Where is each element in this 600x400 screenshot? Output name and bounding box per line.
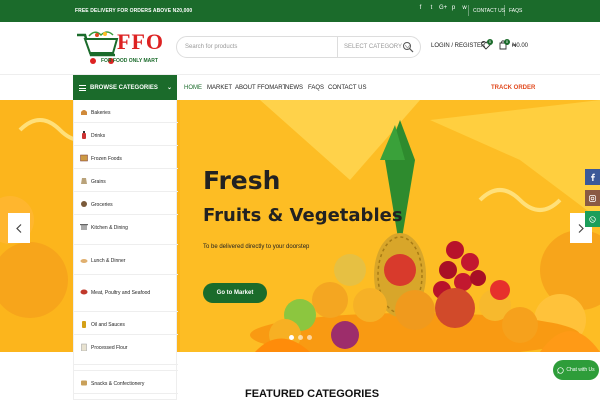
facebook-icon[interactable]: f [417,5,424,11]
category-label: Groceries [91,202,113,208]
contact-us-link[interactable]: CONTACT US [473,8,505,14]
meat-icon [80,289,88,295]
hero-title-line-2: Fruits & Vegetables [203,205,403,226]
chevron-down-icon: ⌄ [167,85,173,91]
go-to-market-button[interactable]: Go to Market [203,283,267,303]
browse-categories-button[interactable]: BROWSE CATEGORIES ⌄ [73,75,177,101]
meal-icon [80,259,88,263]
cart-total[interactable]: ₦0.00 [512,43,528,49]
category-item-bakeries[interactable]: Bakeries [74,100,178,123]
instagram-share-icon[interactable] [585,190,600,206]
chevron-left-icon [16,223,22,233]
category-item-drinks[interactable]: Drinks [74,123,178,146]
cart-count-badge: 0 [504,39,510,45]
divider [504,5,505,16]
category-item-oil-sauces[interactable]: Oil and Sauces [74,312,178,335]
logo-tagline: FOR FOOD ONLY MART [101,58,158,64]
hamburger-icon [79,85,86,91]
chat-label: Chat with Us [566,367,595,373]
grain-sack-icon [81,178,87,184]
category-item-kitchen-dining[interactable]: Kitchen & Dining [74,215,178,245]
slider-dot[interactable] [307,335,312,340]
category-item-snacks-confectionery[interactable]: Snacks & Confectionery [74,370,178,394]
browse-categories-label: BROWSE CATEGORIES [90,85,158,91]
bottle-icon [82,131,86,139]
nav-contact-us[interactable]: CONTACT US [328,85,366,91]
slider-prev-button[interactable] [8,213,30,243]
category-label: Drinks [91,133,106,139]
category-label: Grains [91,179,106,185]
category-select[interactable]: SELECT CATEGORY [337,37,411,57]
nav-faqs[interactable]: FAQS [308,85,324,91]
logo-wordmark: FFO [117,29,164,54]
divider [468,5,469,16]
login-register-link[interactable]: LOGIN / REGISTER [431,43,485,49]
flour-bag-icon [81,343,87,351]
category-label: Frozen Foods [91,156,122,162]
top-bar: FREE DELIVERY FOR ORDERS ABOVE N20,000 f… [0,0,600,22]
category-label: Kitchen & Dining [91,225,128,231]
google-plus-icon[interactable]: G+ [439,5,447,11]
category-select-label: SELECT CATEGORY [344,44,403,50]
chevron-right-icon [578,223,584,233]
nav-news[interactable]: NEWS [285,85,303,91]
kitchen-icon [80,224,88,230]
frozen-food-icon [80,154,88,162]
chat-with-us-button[interactable]: Chat with Us [553,360,599,380]
slider-dot[interactable] [289,335,294,340]
category-label: Snacks & Confectionery [91,381,145,387]
search-input[interactable]: Search for products [185,44,237,50]
category-label: Lunch & Dinner [91,258,126,264]
category-item-processed-flour[interactable]: Processed Flour [74,335,178,365]
oil-bottle-icon [82,321,86,328]
category-item-meat-poultry-seafood[interactable]: Meat, Poultry and Seafood [74,275,178,312]
social-links: f t G+ p w [417,5,468,11]
slider-dots [289,335,312,340]
facebook-share-icon[interactable] [585,169,600,185]
category-label: Processed Flour [91,345,128,351]
featured-categories-heading: FEATURED CATEGORIES [245,388,380,400]
track-order-link[interactable]: TRACK ORDER [491,85,535,91]
hero-title-line-1: Fresh [203,166,281,195]
category-label: Meat, Poultry and Seafood [91,290,151,296]
groceries-icon [81,201,87,207]
search-bar: Search for products SELECT CATEGORY [176,36,421,58]
whatsapp-icon [557,366,564,374]
category-item-frozen-foods[interactable]: Frozen Foods [74,146,178,169]
site-header: FFO FOR FOOD ONLY MART Search for produc… [0,22,600,74]
twitter-icon[interactable]: t [428,5,435,11]
whatsapp-share-icon[interactable] [585,211,600,227]
site-logo[interactable]: FFO FOR FOOD ONLY MART [73,27,173,69]
bread-icon [81,110,87,115]
category-label: Bakeries [91,110,111,116]
floating-share-bar [585,169,600,232]
slider-dot[interactable] [298,335,303,340]
snack-icon [81,380,87,386]
hero-subtitle: To be delivered directly to your doorste… [203,244,310,250]
search-icon[interactable] [402,41,414,53]
category-sidebar: Bakeries Drinks Frozen Foods Grains Groc… [73,100,178,400]
whatsapp-icon[interactable]: w [461,5,468,11]
free-delivery-notice: FREE DELIVERY FOR ORDERS ABOVE N20,000 [75,8,193,14]
nav-about[interactable]: ABOUT FFOMART [235,85,286,91]
pinterest-icon[interactable]: p [450,5,457,11]
nav-home[interactable]: HOME [184,85,202,91]
category-item-lunch-dinner[interactable]: Lunch & Dinner [74,245,178,275]
category-item-grains[interactable]: Grains [74,169,178,192]
wishlist-count-badge: 0 [487,39,493,45]
nav-market[interactable]: MARKET [207,85,232,91]
main-navigation-bar: BROWSE CATEGORIES ⌄ HOME MARKET ABOUT FF… [0,74,600,101]
category-item-groceries[interactable]: Groceries [74,192,178,215]
category-label: Oil and Sauces [91,322,125,328]
faqs-link[interactable]: FAQS [509,8,522,14]
